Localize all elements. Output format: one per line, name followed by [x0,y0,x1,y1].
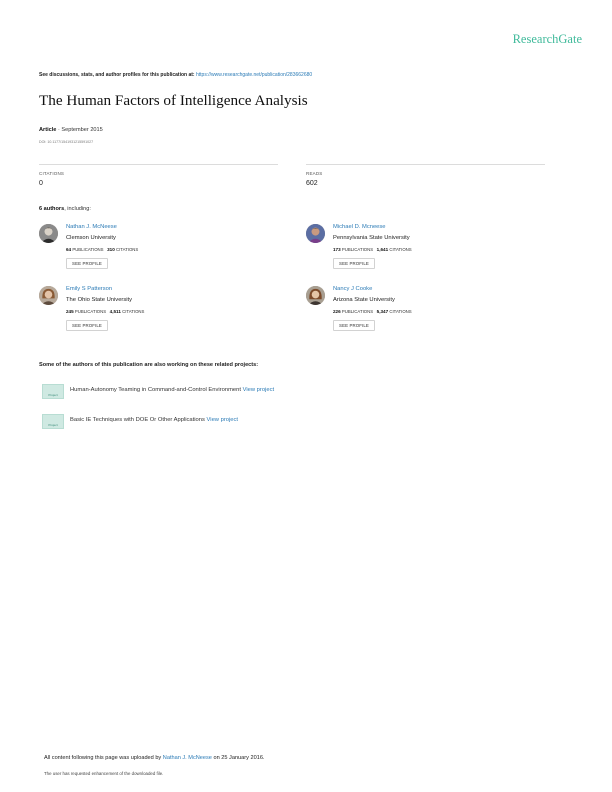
author-counts: 173 PUBLICATIONS 1,641 CITATIONS [333,247,412,252]
discussion-line: See discussions, stats, and author profi… [39,72,312,78]
citations-label: CITATIONS [116,247,139,252]
see-profile-button[interactable]: SEE PROFILE [333,258,375,269]
author-counts: 64 PUBLICATIONS 310 CITATIONS [66,247,138,252]
project-title: Human-Autonomy Teaming in Command-and-Co… [70,387,241,393]
project-icon: Project [42,414,64,429]
author-institution: Clemson University [66,235,116,241]
discussion-prefix: See discussions, stats, and author profi… [39,72,195,78]
reads-value: 602 [306,180,318,187]
author-card-emily-patterson: Emily S Patterson The Ohio State Univers… [39,286,259,341]
reads-divider [306,164,545,165]
related-projects-heading: Some of the authors of this publication … [39,362,259,368]
view-project-link[interactable]: View project [243,387,274,393]
publications-count: 64 [66,247,72,252]
publications-label: PUBLICATIONS [72,247,104,252]
author-counts: 245 PUBLICATIONS 4,511 CITATIONS [66,309,144,314]
see-profile-button[interactable]: SEE PROFILE [66,258,108,269]
reads-label: READS [306,171,323,176]
project-item: Project Basic IE Techniques with DOE Or … [39,411,439,433]
citations-count: 310 [107,247,115,252]
project-item: Project Human-Autonomy Teaming in Comman… [39,381,439,403]
avatar[interactable] [306,224,325,243]
avatar[interactable] [39,286,58,305]
footer-prefix: All content following this page was uplo… [44,755,162,761]
authors-count: 6 authors [39,206,65,212]
author-name[interactable]: Nathan J. McNeese [66,224,117,230]
publications-label: PUBLICATIONS [341,309,374,314]
project-text: Human-Autonomy Teaming in Command-and-Co… [70,387,274,393]
citations-count: 5,347 [376,309,389,314]
publications-label: PUBLICATIONS [341,247,374,252]
citations-count: 4,511 [109,309,121,314]
author-institution: Arizona State University [333,297,395,303]
project-icon: Project [42,384,64,399]
author-name[interactable]: Emily S Patterson [66,286,112,292]
researchgate-logo[interactable]: ResearchGate [513,32,582,47]
citations-label: CITATIONS [389,309,412,314]
footer-suffix: on 25 January 2016. [213,755,265,761]
citations-count: 1,641 [376,247,389,252]
author-counts: 226 PUBLICATIONS 5,347 CITATIONS [333,309,412,314]
see-profile-button[interactable]: SEE PROFILE [66,320,108,331]
see-profile-button[interactable]: SEE PROFILE [333,320,375,331]
author-card-michael-mcneese: Michael D. Mcneese Pennsylvania State Un… [306,224,526,279]
author-name[interactable]: Nancy J Cooke [333,286,372,292]
citations-label: CITATIONS [122,309,145,314]
citations-value: 0 [39,180,43,187]
avatar[interactable] [306,286,325,305]
publication-meta: Article · September 2015 [39,127,103,133]
publication-title: The Human Factors of Intelligence Analys… [39,92,308,109]
publications-count: 245 [66,309,74,314]
avatar[interactable] [39,224,58,243]
citations-label: CITATIONS [389,247,412,252]
publications-count: 173 [333,247,341,252]
publication-type: Article [39,127,57,133]
author-institution: The Ohio State University [66,297,133,303]
uploader-link[interactable]: Nathan J. McNeese [163,755,212,761]
citations-divider [39,164,278,165]
project-title: Basic IE Techniques with DOE Or Other Ap… [70,417,205,423]
author-name[interactable]: Michael D. Mcneese [333,224,386,230]
publications-label: PUBLICATIONS [74,309,107,314]
view-project-link[interactable]: View project [207,417,238,423]
publications-count: 226 [333,309,341,314]
authors-suffix: , including: [64,206,91,212]
publication-url-link[interactable]: https://www.researchgate.net/publication… [196,72,312,78]
citations-label: CITATIONS [39,171,65,176]
enhancement-note: The user has requested enhancement of th… [44,771,164,776]
publication-date: · September 2015 [57,127,103,133]
upload-footer: All content following this page was uplo… [44,755,265,761]
project-text: Basic IE Techniques with DOE Or Other Ap… [70,417,238,423]
publication-doi: DOI: 10.1177/1541931215591027 [39,140,94,144]
author-institution: Pennsylvania State University [333,235,410,241]
authors-heading: 6 authors, including: [39,206,91,212]
author-card-nathan-mcneese: Nathan J. McNeese Clemson University 64 … [39,224,259,279]
author-card-nancy-cooke: Nancy J Cooke Arizona State University 2… [306,286,526,341]
